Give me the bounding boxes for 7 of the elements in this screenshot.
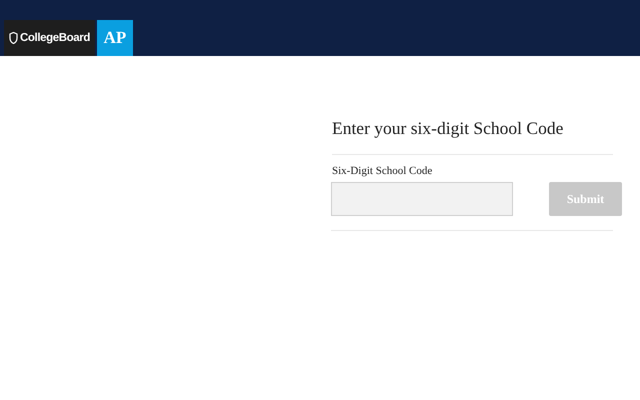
- brand-name: CollegeBoard: [20, 32, 90, 44]
- ap-logo[interactable]: AP: [97, 20, 133, 56]
- form-title: Enter your six-digit School Code: [332, 118, 613, 155]
- brand-logo[interactable]: CollegeBoard: [4, 20, 95, 56]
- field-label: Six-Digit School Code: [332, 165, 432, 177]
- shield-icon: [9, 32, 18, 44]
- school-code-input[interactable]: [331, 182, 513, 216]
